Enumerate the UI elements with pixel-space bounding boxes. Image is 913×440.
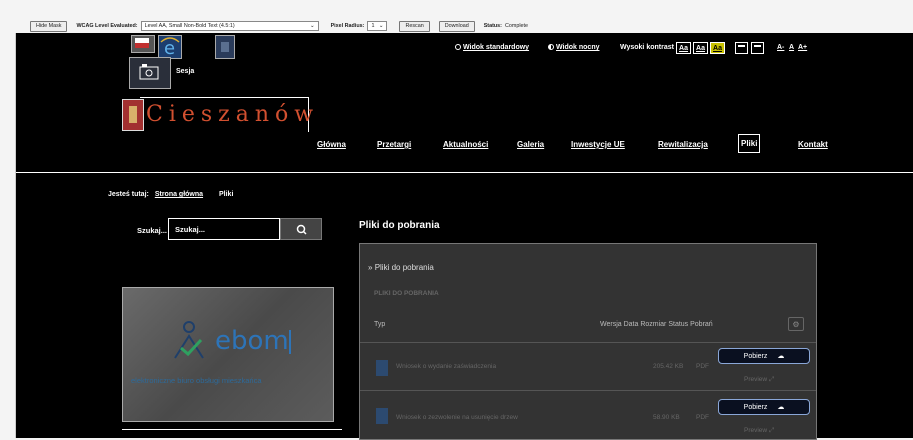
search-input-value: Szukaj... <box>175 225 206 234</box>
camera-session-icon[interactable] <box>129 57 171 89</box>
downloads-panel: » Pliki do pobrania PLIKI DO POBRANIA Ty… <box>359 243 817 440</box>
search-icon <box>296 224 307 235</box>
preview-link[interactable]: Preview ⤢ <box>744 427 774 435</box>
section-title: PLIKI DO POBRANIA <box>374 290 439 297</box>
breadcrumb-home-link[interactable]: Strona główna <box>155 191 203 198</box>
contrast-option-2[interactable]: Aa <box>693 42 708 54</box>
nav-item-kontakt[interactable]: Kontakt <box>798 140 828 149</box>
font-size-increase[interactable]: A+ <box>798 44 807 51</box>
cloud-download-icon: ☁ <box>777 353 785 360</box>
coat-of-arms-icon[interactable] <box>215 35 235 59</box>
download-file-button[interactable]: Pobierz ☁ <box>718 348 810 364</box>
contrast-option-1[interactable]: Aa <box>676 42 691 54</box>
layout-wide-icon[interactable] <box>735 42 748 54</box>
high-contrast-label: Wysoki kontrast <box>620 44 674 51</box>
column-meta: Wersja Data Rozmiar Status Pobrań <box>600 321 713 328</box>
download-file-button[interactable]: Pobierz ☁ <box>718 399 810 415</box>
file-ext: PDF <box>696 363 709 370</box>
sesja-label[interactable]: Sesja <box>176 68 194 75</box>
nav-item-galeria[interactable]: Galeria <box>517 140 544 149</box>
flag-icon[interactable] <box>131 35 155 53</box>
internet-explorer-icon[interactable]: e <box>158 35 182 59</box>
panel-title: » Pliki do pobrania <box>368 263 434 272</box>
status-label: Status: <box>483 23 502 29</box>
pixel-radius-select[interactable]: 1 ⌄ <box>367 21 388 31</box>
nav-item-inwestycje-ue[interactable]: Inwestycje UE <box>571 140 625 149</box>
nav-item-rewitalizacja[interactable]: Rewitalizacja <box>658 140 708 149</box>
file-ext: PDF <box>696 414 709 421</box>
status-value: Complete <box>504 23 529 29</box>
site-logo-text: Cieszanów <box>146 102 320 127</box>
file-size: 205.42 KB <box>653 363 684 370</box>
pdf-file-icon <box>376 360 388 376</box>
rescan-button[interactable]: Rescan <box>399 20 430 32</box>
wcag-level-value: Level AA, Small Non-Bold Text (4.5:1) <box>144 23 235 29</box>
settings-icon[interactable]: ⚙ <box>788 317 804 331</box>
file-name[interactable]: Wniosek o wydanie zaświadczenia <box>396 363 496 370</box>
contrast-option-3[interactable]: Aa <box>710 42 725 54</box>
breadcrumb-current: Pliki <box>219 191 234 198</box>
view-standard-option[interactable]: Widok standardowy <box>455 44 529 51</box>
layout-narrow-icon[interactable] <box>751 42 764 54</box>
wcag-toolbar: Hide Mask WCAG Level Evaluated: Level AA… <box>0 0 913 33</box>
file-name[interactable]: Wniosek o zezwolenie na usunięcie drzew <box>396 414 518 421</box>
website-frame: e Sesja Cieszanów Widok standardowy Wido… <box>15 33 913 440</box>
font-size-decrease[interactable]: A- <box>777 44 784 51</box>
row-divider <box>360 342 816 343</box>
nav-item-przetargi[interactable]: Przetargi <box>377 140 411 149</box>
ebom-subtitle: elektroniczne biuro obsługi mieszkańca <box>131 376 262 385</box>
nav-item-pliki[interactable]: Pliki <box>738 134 761 153</box>
wcag-level-label: WCAG Level Evaluated: <box>76 23 138 29</box>
hide-mask-button[interactable]: Hide Mask <box>30 20 68 32</box>
ebom-divider <box>289 330 291 354</box>
nav-item-aktualnosci[interactable]: Aktualności <box>443 140 488 149</box>
breadcrumb-label: Jesteś tutaj: <box>108 191 149 198</box>
half-moon-icon <box>548 44 554 51</box>
search-input[interactable]: Szukaj... <box>168 218 280 240</box>
search-button[interactable] <box>280 218 322 240</box>
search-label: Szukaj... <box>137 226 168 235</box>
page-title: Pliki do pobrania <box>359 220 440 231</box>
ebom-title: ebom <box>215 326 289 356</box>
header-divider <box>16 172 913 173</box>
person-check-icon <box>174 321 204 359</box>
cloud-download-icon: ☁ <box>777 404 785 411</box>
svg-text:e: e <box>164 38 175 58</box>
chevron-down-icon: ⌄ <box>310 23 315 29</box>
site-logo[interactable]: Cieszanów <box>140 97 313 132</box>
download-button[interactable]: Download <box>438 20 475 32</box>
view-night-option[interactable]: Widok nocny <box>548 44 600 51</box>
column-type: Typ <box>374 321 386 328</box>
pixel-radius-label: Pixel Radius: <box>330 23 365 29</box>
pdf-file-icon <box>376 408 388 424</box>
pixel-radius-value: 1 <box>371 23 375 29</box>
sidebar-divider <box>122 429 342 430</box>
radio-icon <box>455 44 461 51</box>
preview-link[interactable]: Preview ⤢ <box>744 376 774 384</box>
expand-icon: ⤢ <box>768 427 775 434</box>
breadcrumb: Jesteś tutaj: Strona główna Pliki <box>108 191 233 198</box>
chevron-down-icon: ⌄ <box>378 23 384 29</box>
file-size: 58.90 KB <box>653 414 680 421</box>
font-size-normal[interactable]: A <box>789 44 794 51</box>
double-chevron-icon: » <box>368 263 373 272</box>
wcag-level-select[interactable]: Level AA, Small Non-Bold Text (4.5:1) ⌄ <box>140 21 319 31</box>
row-divider <box>360 390 816 391</box>
expand-icon: ⤢ <box>768 376 775 383</box>
nav-item-glowna[interactable]: Główna <box>317 140 346 149</box>
ebom-banner[interactable]: ebom elektroniczne biuro obsługi mieszka… <box>122 287 334 422</box>
